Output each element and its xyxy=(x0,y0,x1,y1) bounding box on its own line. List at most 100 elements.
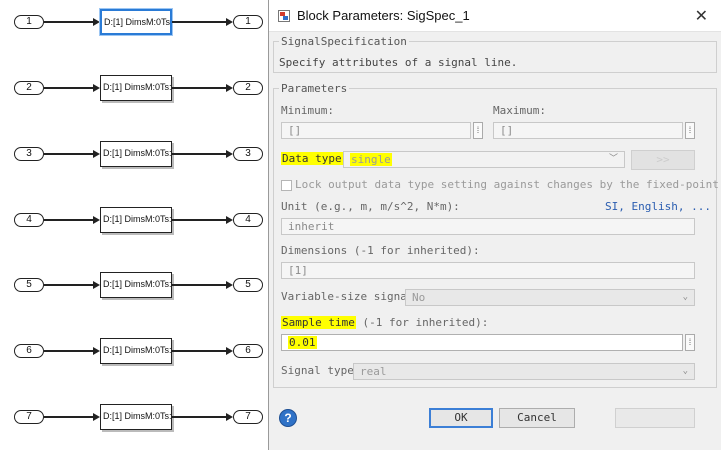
close-icon[interactable]: ✕ xyxy=(695,6,708,26)
arrow-head-icon xyxy=(93,413,100,421)
maximum-options-button[interactable]: ⁞ xyxy=(685,122,695,139)
unit-field[interactable]: inherit xyxy=(281,218,695,235)
signal-line[interactable] xyxy=(44,21,94,23)
signal-line[interactable] xyxy=(44,350,94,352)
ok-button[interactable]: OK xyxy=(429,408,493,428)
block-parameters-dialog: Block Parameters: SigSpec_1 ✕ SignalSpec… xyxy=(268,0,721,450)
datatype-label-highlight: Data type: xyxy=(281,152,350,165)
parameters-group-title: Parameters xyxy=(279,82,350,95)
varsize-label: Variable-size signal: xyxy=(281,290,421,303)
outport-block[interactable]: 4 xyxy=(233,213,263,227)
inport-block[interactable]: 4 xyxy=(14,213,44,227)
inport-block[interactable]: 5 xyxy=(14,278,44,292)
inport-number: 1 xyxy=(26,16,32,27)
outport-number: 3 xyxy=(245,148,251,159)
datatype-assistant-button[interactable]: >> xyxy=(631,150,695,170)
arrow-head-icon xyxy=(93,84,100,92)
sampletime-options-button[interactable]: ⁞ xyxy=(685,334,695,351)
signal-line[interactable] xyxy=(172,87,227,89)
sampletime-label: Sample time (-1 for inherited): xyxy=(281,316,488,329)
chevron-down-icon: ⌄ xyxy=(682,292,688,302)
chevron-down-icon: ⌄ xyxy=(682,366,688,376)
inport-block[interactable]: 2 xyxy=(14,81,44,95)
outport-block[interactable]: 3 xyxy=(233,147,263,161)
varsize-select[interactable]: No ⌄ xyxy=(405,289,695,306)
signal-line[interactable] xyxy=(172,153,227,155)
minimum-options-button[interactable]: ⁞ xyxy=(473,122,483,139)
unit-system-link[interactable]: SI, English, ... xyxy=(605,200,711,213)
dialog-titlebar[interactable]: Block Parameters: SigSpec_1 ✕ xyxy=(269,0,721,32)
inport-number: 4 xyxy=(26,214,32,225)
arrow-head-icon xyxy=(93,281,100,289)
signal-line[interactable] xyxy=(44,87,94,89)
inport-block[interactable]: 3 xyxy=(14,147,44,161)
outport-block[interactable]: 5 xyxy=(233,278,263,292)
lock-checkbox[interactable] xyxy=(281,180,292,191)
minimum-field[interactable]: [] xyxy=(281,122,471,139)
signal-line[interactable] xyxy=(172,284,227,286)
dimensions-field[interactable]: [1] xyxy=(281,262,695,279)
minimum-label: Minimum: xyxy=(281,104,334,117)
signal-spec-block[interactable]: D:[1] DimsM:0Ts: xyxy=(100,404,172,430)
arrow-head-icon xyxy=(226,150,233,158)
outport-number: 1 xyxy=(245,16,251,27)
signal-line[interactable] xyxy=(44,219,94,221)
signal-spec-group-title: SignalSpecification xyxy=(279,35,409,48)
inport-number: 5 xyxy=(26,279,32,290)
datatype-select[interactable]: single ﹀ xyxy=(343,151,625,168)
model-canvas[interactable]: 1 D:[1] DimsM:0Ts: 1 2 D:[1] DimsM:0Ts: 2 3 D:[… xyxy=(0,0,270,450)
signal-line[interactable] xyxy=(44,153,94,155)
apply-button[interactable] xyxy=(615,408,695,428)
sampletime-field[interactable]: 0.01 xyxy=(281,334,683,351)
signal-line[interactable] xyxy=(44,284,94,286)
maximum-label: Maximum: xyxy=(493,104,546,117)
outport-number: 5 xyxy=(245,279,251,290)
arrow-head-icon xyxy=(93,216,100,224)
varsize-value: No xyxy=(412,291,426,304)
signal-spec-description: Specify attributes of a signal line. xyxy=(279,56,518,69)
signal-spec-block[interactable]: D:[1] DimsM:0Ts: xyxy=(100,338,172,364)
signal-spec-block[interactable]: D:[1] DimsM:0Ts: xyxy=(100,9,172,35)
signal-line[interactable] xyxy=(172,416,227,418)
signal-spec-block[interactable]: D:[1] DimsM:0Ts: xyxy=(100,75,172,101)
signal-line[interactable] xyxy=(172,21,227,23)
maximum-field[interactable]: [] xyxy=(493,122,683,139)
outport-block[interactable]: 6 xyxy=(233,344,263,358)
inport-number: 3 xyxy=(26,148,32,159)
inport-block[interactable]: 1 xyxy=(14,15,44,29)
inport-number: 2 xyxy=(26,82,32,93)
simulink-block-icon xyxy=(278,10,290,22)
inport-block[interactable]: 7 xyxy=(14,410,44,424)
sigtype-label: Signal type: xyxy=(281,364,361,377)
sigtype-select[interactable]: real ⌄ xyxy=(353,363,695,380)
sigtype-value: real xyxy=(360,365,387,378)
outport-number: 4 xyxy=(245,214,251,225)
help-icon[interactable]: ? xyxy=(279,409,297,427)
outport-block[interactable]: 1 xyxy=(233,15,263,29)
outport-number: 7 xyxy=(245,411,251,422)
signal-line[interactable] xyxy=(172,350,227,352)
arrow-head-icon xyxy=(226,216,233,224)
outport-block[interactable]: 7 xyxy=(233,410,263,424)
outport-number: 2 xyxy=(245,82,251,93)
lock-label: Lock output data type setting against ch… xyxy=(295,178,721,191)
arrow-head-icon xyxy=(226,84,233,92)
inport-number: 6 xyxy=(26,345,32,356)
sampletime-label-suffix: (-1 for inherited): xyxy=(362,316,489,329)
arrow-head-icon xyxy=(226,18,233,26)
chevron-down-icon: ﹀ xyxy=(608,154,618,164)
sampletime-value: 0.01 xyxy=(288,336,317,349)
inport-number: 7 xyxy=(26,411,32,422)
outport-block[interactable]: 2 xyxy=(233,81,263,95)
signal-spec-block[interactable]: D:[1] DimsM:0Ts: xyxy=(100,141,172,167)
datatype-label: Data type: xyxy=(281,152,350,165)
inport-block[interactable]: 6 xyxy=(14,344,44,358)
datatype-value: single xyxy=(350,153,392,166)
cancel-button[interactable]: Cancel xyxy=(499,408,575,428)
arrow-head-icon xyxy=(93,150,100,158)
signal-line[interactable] xyxy=(172,219,227,221)
signal-spec-block[interactable]: D:[1] DimsM:0Ts: xyxy=(100,272,172,298)
signal-spec-block[interactable]: D:[1] DimsM:0Ts: xyxy=(100,207,172,233)
signal-line[interactable] xyxy=(44,416,94,418)
arrow-head-icon xyxy=(226,281,233,289)
